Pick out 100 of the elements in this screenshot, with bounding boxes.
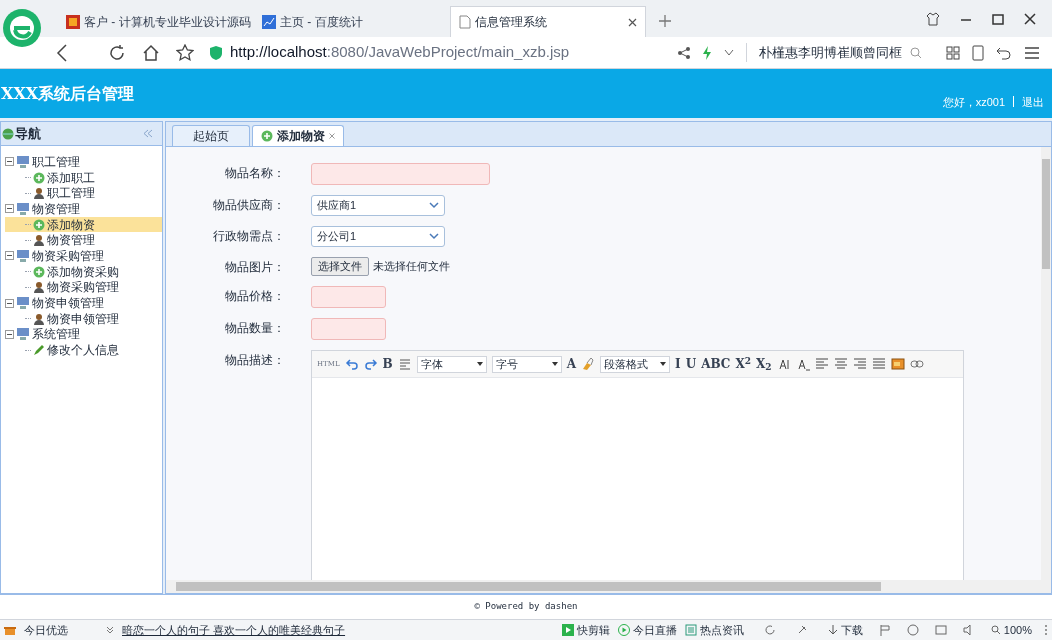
tree-node[interactable]: 物资申领管理: [32, 294, 104, 313]
download-button[interactable]: 下载: [827, 621, 863, 639]
reload-icon[interactable]: [108, 43, 126, 62]
choose-file-button[interactable]: 选择文件: [311, 257, 369, 276]
caret-down-icon: [551, 362, 558, 366]
monitor-icon: [16, 328, 30, 341]
share-icon[interactable]: [678, 46, 690, 59]
content-tab[interactable]: 起始页: [172, 125, 250, 146]
tree-item[interactable]: 职工管理: [5, 185, 162, 202]
tree-node[interactable]: 系统管理: [32, 325, 80, 344]
vertical-scrollbar[interactable]: [1041, 147, 1051, 580]
font-select[interactable]: 字体: [416, 355, 487, 373]
caret-down-icon: [660, 362, 667, 366]
horizontal-scrollbar[interactable]: [166, 580, 1051, 593]
more-icon[interactable]: [1044, 624, 1048, 636]
refresh-icon[interactable]: [763, 624, 776, 636]
tree-item[interactable]: 修改个人信息: [5, 342, 162, 358]
field-label: 物品描述：: [224, 352, 286, 369]
close-icon[interactable]: [1024, 12, 1036, 25]
tree-node[interactable]: 物资采购管理: [32, 246, 104, 265]
shield-icon: [210, 45, 222, 60]
double-chevron-icon: [106, 626, 114, 634]
new-tab-icon[interactable]: [658, 14, 672, 28]
justify-icon[interactable]: [871, 357, 886, 371]
flag-icon[interactable]: [878, 624, 891, 636]
greeting-text: 您好，xz001: [942, 94, 1005, 110]
field-label: 物品数量：: [224, 320, 286, 337]
expand-toggle-icon[interactable]: [5, 204, 14, 214]
tree-item[interactable]: 物资管理: [5, 232, 162, 249]
text-input-field[interactable]: [311, 163, 490, 185]
plus-circle-icon: [261, 130, 273, 142]
expand-toggle-icon[interactable]: [5, 298, 14, 308]
tree-item[interactable]: 添加职工: [5, 169, 162, 186]
user-icon: [33, 281, 45, 294]
search-icon: [990, 625, 1001, 635]
toolbar-button[interactable]: A: [566, 355, 577, 373]
browser-tab[interactable]: 客户 - 计算机专业毕业设计源码: [58, 6, 254, 37]
browser-tab[interactable]: 主页 - 百度统计: [254, 6, 450, 37]
font-select[interactable]: 字号: [491, 355, 562, 373]
app-title: XXX系统后台管理: [1, 82, 135, 105]
tree-node[interactable]: 物资管理: [32, 199, 80, 218]
toolbar-button[interactable]: ABC: [701, 355, 731, 373]
font-select[interactable]: 段落格式: [600, 355, 671, 373]
status-button[interactable]: 今日直播: [617, 621, 677, 639]
expand-toggle-icon[interactable]: [5, 251, 14, 261]
tree-item[interactable]: 添加物资: [5, 216, 162, 233]
field-label: 物品图片：: [224, 259, 286, 276]
play-square-icon: [561, 624, 574, 636]
play-circle-icon: [617, 624, 630, 636]
home-icon[interactable]: [142, 43, 160, 62]
tree-item[interactable]: 添加物资采购: [5, 263, 162, 280]
select-dropdown[interactable]: 供应商1: [311, 195, 445, 216]
status-button[interactable]: 热点资讯: [684, 621, 744, 639]
text-input-field[interactable]: [311, 318, 386, 340]
search-icon[interactable]: [910, 46, 922, 59]
maximize-icon[interactable]: [992, 12, 1004, 25]
zoom-button[interactable]: 100%: [990, 621, 1032, 639]
highlighter-icon[interactable]: [581, 357, 596, 371]
field-label: 物品名称：: [224, 165, 286, 182]
lightning-icon[interactable]: [702, 45, 712, 60]
status-link[interactable]: 今日优选: [24, 621, 68, 639]
select-dropdown[interactable]: 分公司1: [311, 226, 445, 247]
field-label: 物品供应商：: [212, 197, 286, 214]
chevron-down-icon[interactable]: [724, 48, 734, 57]
shirt-icon[interactable]: [926, 11, 940, 26]
toolbar-button[interactable]: I: [675, 355, 681, 373]
expand-toggle-icon[interactable]: [5, 329, 14, 339]
undo-icon[interactable]: [996, 45, 1012, 60]
close-tab-icon[interactable]: [628, 17, 637, 27]
text-input-field[interactable]: [311, 286, 386, 308]
search-field[interactable]: 朴槿惠李明博崔顺曾同框: [759, 42, 902, 63]
phone-icon[interactable]: [972, 44, 984, 61]
content-tab[interactable]: 添加物资: [252, 125, 344, 146]
toolbar-button[interactable]: X$^{2}$: [735, 355, 751, 373]
file-status-text: 未选择任何文件: [373, 259, 450, 275]
link-icon[interactable]: [909, 357, 924, 371]
tree-item[interactable]: 物资申领管理: [5, 310, 162, 327]
tree-node[interactable]: 职工管理: [32, 152, 80, 171]
user-icon: [33, 187, 45, 200]
star-icon[interactable]: [176, 43, 194, 62]
status-button[interactable]: 快剪辑: [561, 621, 610, 639]
align-center-icon[interactable]: [833, 357, 848, 371]
window-icon[interactable]: [934, 624, 947, 636]
news-link[interactable]: 暗恋一个人的句子 喜欢一个人的唯美经典句子: [122, 621, 346, 639]
redo-icon[interactable]: [363, 357, 378, 371]
grid-icon[interactable]: [946, 45, 960, 60]
tree-item[interactable]: 物资采购管理: [5, 279, 162, 296]
caret-down-icon: [476, 362, 483, 366]
toolbar-button[interactable]: U: [685, 355, 697, 373]
back-icon[interactable]: [56, 43, 68, 62]
image-icon[interactable]: [890, 357, 905, 371]
chevron-down-icon: [429, 233, 439, 240]
align-right-icon[interactable]: [852, 357, 867, 371]
browser-tab[interactable]: 信息管理系统: [450, 6, 646, 37]
address-field[interactable]: http://localhost:8080/JavaWebProject/main_xzb.jsp: [230, 41, 570, 64]
menu-icon[interactable]: [1024, 45, 1040, 60]
expand-toggle-icon[interactable]: [5, 157, 14, 167]
globe-icon: [2, 127, 14, 140]
toolbar-button[interactable]: B: [382, 355, 393, 373]
toolbar-button[interactable]: X$_{2}$: [755, 355, 772, 373]
